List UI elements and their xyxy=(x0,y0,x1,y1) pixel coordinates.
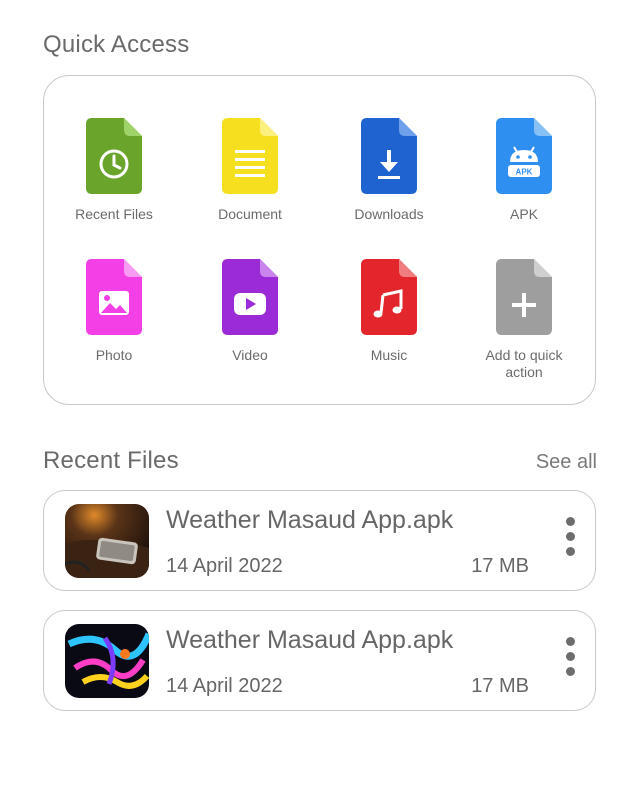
more-options-icon[interactable] xyxy=(559,517,581,563)
apk-badge-text: APK xyxy=(516,168,533,177)
quick-access-downloads[interactable]: Downloads xyxy=(321,116,457,223)
play-icon xyxy=(222,259,278,335)
quick-access-label: Add to quick action xyxy=(485,347,563,380)
file-thumbnail xyxy=(65,504,149,578)
see-all-link[interactable]: See all xyxy=(536,451,597,474)
clock-icon xyxy=(86,118,142,194)
download-arrow-icon xyxy=(361,118,417,194)
music-note-icon xyxy=(361,259,417,335)
quick-access-label: Document xyxy=(218,206,282,222)
quick-access-label: APK xyxy=(509,206,538,222)
quick-access-music[interactable]: Music xyxy=(321,257,457,364)
quick-access-card: Recent Files Document Downloads APK APK … xyxy=(43,75,596,405)
quick-access-title: Quick Access xyxy=(43,31,190,58)
file-name: Weather Masaud App.apk xyxy=(166,626,454,654)
file-thumbnail xyxy=(65,624,149,698)
image-icon xyxy=(86,259,142,335)
document-lines-icon xyxy=(222,118,278,194)
quick-access-recent-files[interactable]: Recent Files xyxy=(46,116,182,223)
file-date: 14 April 2022 xyxy=(166,555,283,577)
quick-access-photo[interactable]: Photo xyxy=(46,257,182,364)
recent-file-row[interactable]: Weather Masaud App.apk 14 April 2022 17 … xyxy=(43,610,596,711)
add-to-quick-action-button[interactable]: Add to quick action xyxy=(456,257,592,381)
file-size: 17 MB xyxy=(471,675,529,697)
more-options-icon[interactable] xyxy=(559,637,581,683)
quick-access-label: Downloads xyxy=(354,206,424,222)
recent-files-title: Recent Files xyxy=(43,447,179,474)
file-date: 14 April 2022 xyxy=(166,675,283,697)
file-name: Weather Masaud App.apk xyxy=(166,506,454,534)
android-icon: APK xyxy=(496,118,552,194)
quick-access-document[interactable]: Document xyxy=(182,116,318,223)
quick-access-apk[interactable]: APK APK xyxy=(456,116,592,223)
file-size: 17 MB xyxy=(471,555,529,577)
quick-access-label: Photo xyxy=(95,347,133,363)
quick-access-label: Music xyxy=(370,347,408,363)
quick-access-label: Video xyxy=(232,347,268,363)
plus-icon xyxy=(496,259,552,335)
quick-access-video[interactable]: Video xyxy=(182,257,318,364)
quick-access-label: Recent Files xyxy=(75,206,153,222)
recent-file-row[interactable]: Weather Masaud App.apk 14 April 2022 17 … xyxy=(43,490,596,591)
